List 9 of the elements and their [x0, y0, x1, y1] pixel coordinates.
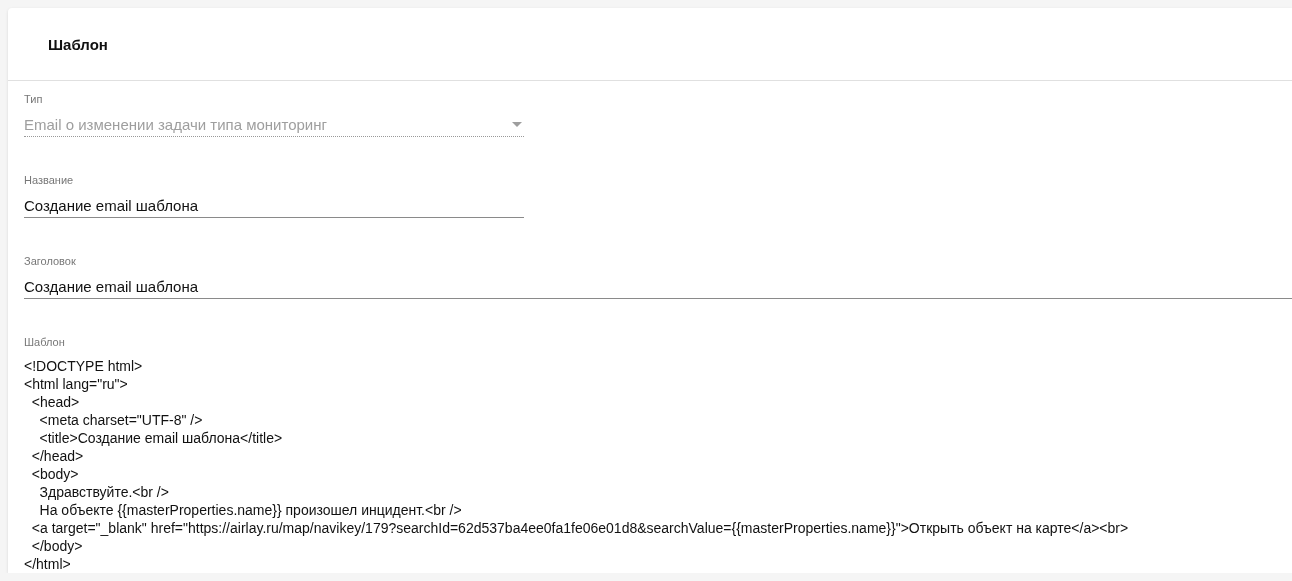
field-label: Заголовок [24, 255, 77, 268]
template-code-field[interactable]: <!DOCTYPE html> <html lang="ru"> <head> <meta charset="UTF-8" /> <title>Создание email шаблона</title> </head> <body> Здравствуйте.<br /> На объекте {{masterProperties.name}} произошел инцидент.<br /> <a target="_blank" href="https://airlay.ru/map/navikey/179?searchId=62d537ba4ee0fa1fe06e01d8&searchValue={{masterProperties.name}}">Открыть объект на карте</a><br> </body> </html> [24, 357, 1292, 573]
field-label: Название [24, 174, 75, 187]
field-label: Тип [24, 93, 44, 106]
text-field[interactable]: Создание email шаблона [24, 193, 524, 218]
card-title: Шаблон [48, 35, 108, 53]
field-label: Шаблон [24, 336, 66, 349]
caret-icon [512, 121, 522, 127]
text-field[interactable]: Создание email шаблона [24, 274, 1292, 299]
